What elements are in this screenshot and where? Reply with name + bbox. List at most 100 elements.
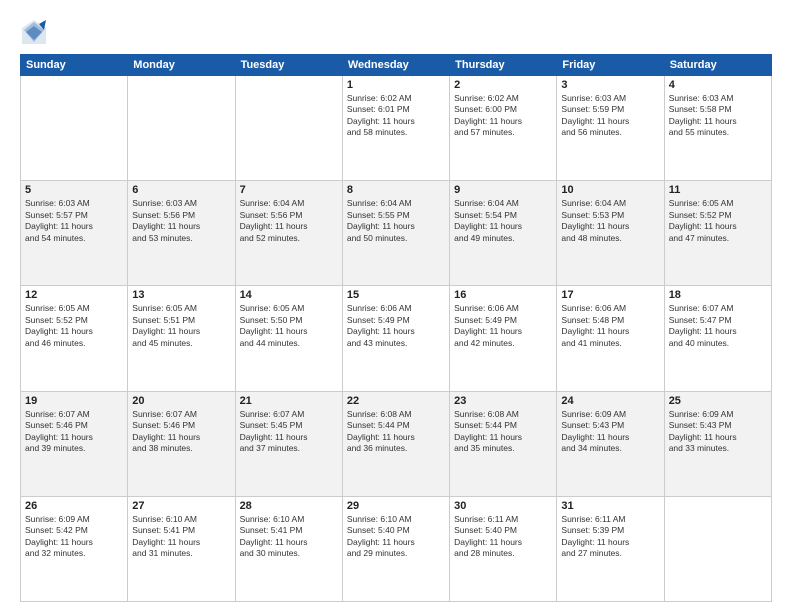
weekday-header-monday: Monday (128, 55, 235, 76)
day-number: 3 (561, 79, 659, 91)
day-info: Sunrise: 6:10 AMSunset: 5:41 PMDaylight:… (240, 514, 338, 560)
day-number: 24 (561, 395, 659, 407)
calendar-cell: 28 Sunrise: 6:10 AMSunset: 5:41 PMDayligh… (235, 496, 342, 601)
day-number: 1 (347, 79, 445, 91)
day-number: 23 (454, 395, 552, 407)
day-number: 25 (669, 395, 767, 407)
day-info: Sunrise: 6:02 AMSunset: 6:00 PMDaylight:… (454, 93, 552, 139)
day-info: Sunrise: 6:04 AMSunset: 5:54 PMDaylight:… (454, 198, 552, 244)
calendar-cell: 7Sunrise: 6:04 AMSunset: 5:56 PMDaylight… (235, 181, 342, 286)
day-info: Sunrise: 6:08 AMSunset: 5:44 PMDaylight:… (454, 409, 552, 455)
day-info: Sunrise: 6:07 AMSunset: 5:47 PMDaylight:… (669, 303, 767, 349)
day-info: Sunrise: 6:06 AMSunset: 5:49 PMDaylight:… (454, 303, 552, 349)
calendar-cell: 13 Sunrise: 6:05 AMSunset: 5:51 PMDayligh… (128, 286, 235, 391)
day-number: 5 (25, 184, 123, 196)
calendar-cell (128, 76, 235, 181)
calendar-cell: 20 Sunrise: 6:07 AMSunset: 5:46 PMDayligh… (128, 391, 235, 496)
day-info: Sunrise: 6:06 AMSunset: 5:49 PMDaylight:… (347, 303, 445, 349)
day-number: 31 (561, 500, 659, 512)
week-row-2: 5 Sunrise: 6:03 AMSunset: 5:57 PMDaylight… (21, 181, 772, 286)
calendar-cell: 6 Sunrise: 6:03 AMSunset: 5:56 PMDaylight… (128, 181, 235, 286)
day-info: Sunrise: 6:02 AMSunset: 6:01 PMDaylight:… (347, 93, 445, 139)
day-info: Sunrise: 6:10 AMSunset: 5:40 PMDaylight:… (347, 514, 445, 560)
week-row-1: 1 Sunrise: 6:02 AMSunset: 6:01 PMDaylight… (21, 76, 772, 181)
calendar-page: SundayMondayTuesdayWednesdayThursdayFrid… (0, 0, 792, 612)
weekday-header-friday: Friday (557, 55, 664, 76)
weekday-header-sunday: Sunday (21, 55, 128, 76)
day-info: Sunrise: 6:08 AMSunset: 5:44 PMDaylight:… (347, 409, 445, 455)
calendar-cell: 3 Sunrise: 6:03 AMSunset: 5:59 PMDaylight… (557, 76, 664, 181)
day-info: Sunrise: 6:07 AMSunset: 5:46 PMDaylight:… (132, 409, 230, 455)
week-row-4: 19 Sunrise: 6:07 AMSunset: 5:46 PMDayligh… (21, 391, 772, 496)
day-number: 20 (132, 395, 230, 407)
day-info: Sunrise: 6:10 AMSunset: 5:41 PMDaylight:… (132, 514, 230, 560)
day-number: 10 (561, 184, 659, 196)
day-number: 16 (454, 289, 552, 301)
day-info: Sunrise: 6:09 AMSunset: 5:43 PMDaylight:… (669, 409, 767, 455)
calendar-cell: 14 Sunrise: 6:05 AMSunset: 5:50 PMDayligh… (235, 286, 342, 391)
calendar-cell (235, 76, 342, 181)
calendar-cell: 24 Sunrise: 6:09 AMSunset: 5:43 PMDayligh… (557, 391, 664, 496)
day-number: 30 (454, 500, 552, 512)
day-info: Sunrise: 6:03 AMSunset: 5:56 PMDaylight:… (132, 198, 230, 244)
calendar-cell: 12 Sunrise: 6:05 AMSunset: 5:52 PMDayligh… (21, 286, 128, 391)
day-number: 19 (25, 395, 123, 407)
calendar-cell: 21Sunrise: 6:07 AMSunset: 5:45 PMDayligh… (235, 391, 342, 496)
day-number: 14 (240, 289, 338, 301)
day-info: Sunrise: 6:09 AMSunset: 5:43 PMDaylight:… (561, 409, 659, 455)
weekday-header-thursday: Thursday (450, 55, 557, 76)
calendar-cell: 10 Sunrise: 6:04 AMSunset: 5:53 PMDayligh… (557, 181, 664, 286)
day-info: Sunrise: 6:07 AMSunset: 5:45 PMDaylight:… (240, 409, 338, 455)
calendar-cell (21, 76, 128, 181)
day-number: 2 (454, 79, 552, 91)
day-number: 8 (347, 184, 445, 196)
day-number: 22 (347, 395, 445, 407)
day-info: Sunrise: 6:03 AMSunset: 5:59 PMDaylight:… (561, 93, 659, 139)
day-info: Sunrise: 6:04 AMSunset: 5:55 PMDaylight:… (347, 198, 445, 244)
day-number: 12 (25, 289, 123, 301)
day-number: 27 (132, 500, 230, 512)
week-row-5: 26 Sunrise: 6:09 AMSunset: 5:42 PMDayligh… (21, 496, 772, 601)
weekday-header-tuesday: Tuesday (235, 55, 342, 76)
calendar-cell: 26 Sunrise: 6:09 AMSunset: 5:42 PMDayligh… (21, 496, 128, 601)
day-number: 6 (132, 184, 230, 196)
day-info: Sunrise: 6:05 AMSunset: 5:50 PMDaylight:… (240, 303, 338, 349)
day-info: Sunrise: 6:03 AMSunset: 5:58 PMDaylight:… (669, 93, 767, 139)
calendar-cell: 9 Sunrise: 6:04 AMSunset: 5:54 PMDaylight… (450, 181, 557, 286)
calendar-cell: 22 Sunrise: 6:08 AMSunset: 5:44 PMDayligh… (342, 391, 449, 496)
day-info: Sunrise: 6:05 AMSunset: 5:52 PMDaylight:… (25, 303, 123, 349)
day-info: Sunrise: 6:05 AMSunset: 5:51 PMDaylight:… (132, 303, 230, 349)
calendar-cell: 1 Sunrise: 6:02 AMSunset: 6:01 PMDaylight… (342, 76, 449, 181)
calendar-cell (664, 496, 771, 601)
logo (20, 18, 52, 46)
day-info: Sunrise: 6:04 AMSunset: 5:53 PMDaylight:… (561, 198, 659, 244)
calendar-cell: 27 Sunrise: 6:10 AMSunset: 5:41 PMDayligh… (128, 496, 235, 601)
calendar-cell: 4 Sunrise: 6:03 AMSunset: 5:58 PMDaylight… (664, 76, 771, 181)
day-number: 26 (25, 500, 123, 512)
weekday-header-row: SundayMondayTuesdayWednesdayThursdayFrid… (21, 55, 772, 76)
calendar-cell: 5 Sunrise: 6:03 AMSunset: 5:57 PMDaylight… (21, 181, 128, 286)
calendar-cell: 25 Sunrise: 6:09 AMSunset: 5:43 PMDayligh… (664, 391, 771, 496)
weekday-header-wednesday: Wednesday (342, 55, 449, 76)
calendar-cell: 2 Sunrise: 6:02 AMSunset: 6:00 PMDaylight… (450, 76, 557, 181)
calendar-cell: 18 Sunrise: 6:07 AMSunset: 5:47 PMDayligh… (664, 286, 771, 391)
day-info: Sunrise: 6:04 AMSunset: 5:56 PMDaylight:… (240, 198, 338, 244)
day-number: 29 (347, 500, 445, 512)
day-number: 11 (669, 184, 767, 196)
day-info: Sunrise: 6:09 AMSunset: 5:42 PMDaylight:… (25, 514, 123, 560)
calendar-cell: 15 Sunrise: 6:06 AMSunset: 5:49 PMDayligh… (342, 286, 449, 391)
day-number: 17 (561, 289, 659, 301)
calendar-cell: 16 Sunrise: 6:06 AMSunset: 5:49 PMDayligh… (450, 286, 557, 391)
day-number: 9 (454, 184, 552, 196)
day-number: 13 (132, 289, 230, 301)
header (20, 18, 772, 46)
day-number: 15 (347, 289, 445, 301)
calendar-cell: 29 Sunrise: 6:10 AMSunset: 5:40 PMDayligh… (342, 496, 449, 601)
day-number: 18 (669, 289, 767, 301)
day-info: Sunrise: 6:03 AMSunset: 5:57 PMDaylight:… (25, 198, 123, 244)
calendar-cell: 8 Sunrise: 6:04 AMSunset: 5:55 PMDaylight… (342, 181, 449, 286)
logo-icon (20, 18, 48, 46)
calendar-cell: 17Sunrise: 6:06 AMSunset: 5:48 PMDayligh… (557, 286, 664, 391)
day-number: 28 (240, 500, 338, 512)
day-number: 4 (669, 79, 767, 91)
